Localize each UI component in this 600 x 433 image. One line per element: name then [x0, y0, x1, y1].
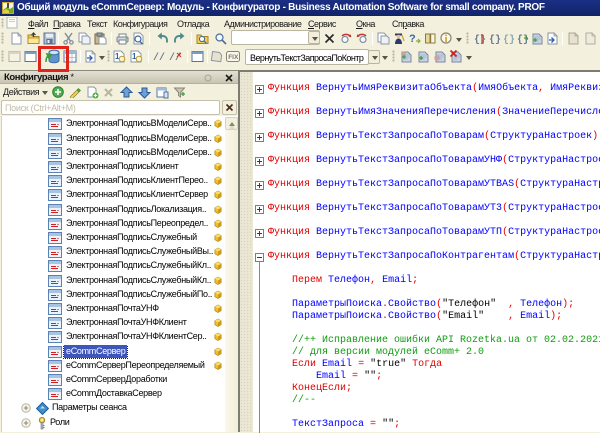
svg-text:{}: {} [474, 34, 486, 45]
svg-text:{}: {} [517, 34, 529, 45]
svg-text:?: ? [409, 33, 416, 45]
svg-text:{}: {} [503, 34, 515, 45]
svg-text:{}: {} [489, 34, 501, 45]
svg-text://: // [153, 52, 165, 63]
svg-text:FIX: FIX [228, 54, 239, 61]
svg-text://: // [169, 52, 181, 63]
